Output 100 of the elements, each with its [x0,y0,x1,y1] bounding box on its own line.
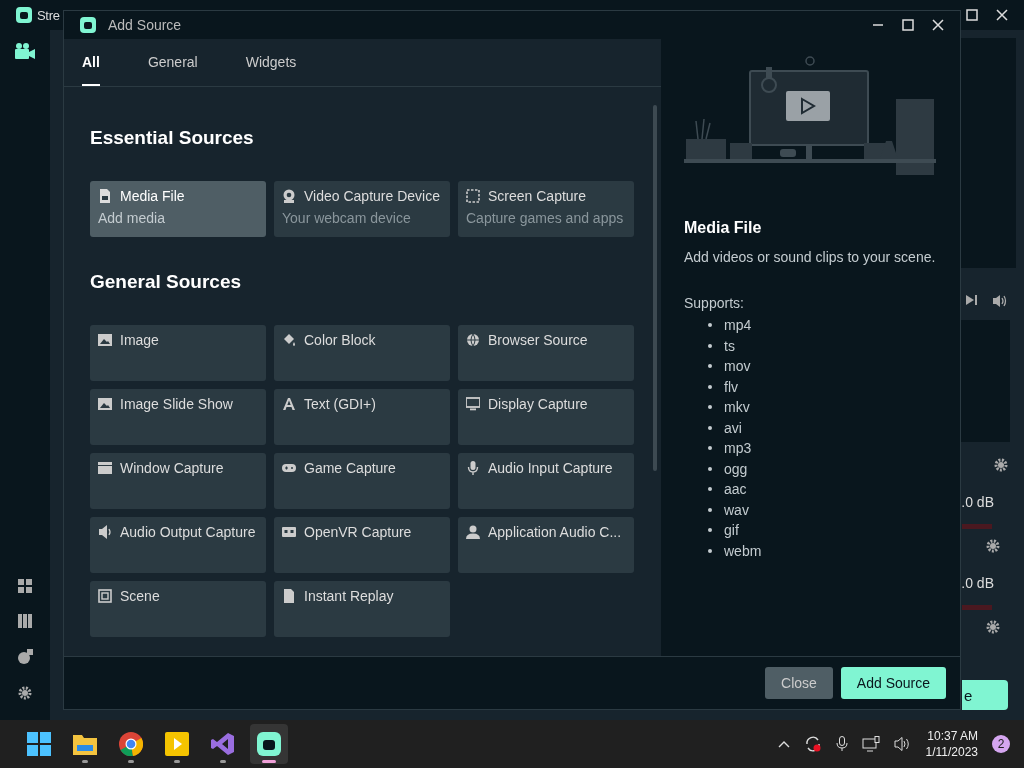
bullet-icon [708,364,712,369]
source-card[interactable]: Window Capture [90,453,266,509]
image-icon [98,333,112,347]
gamepad-icon [282,461,296,475]
settings-icon[interactable] [986,539,1000,553]
format-item: aac [724,481,747,498]
format-item: gif [724,522,739,539]
clock-time[interactable]: 10:37 AM [927,729,978,743]
source-name: Instant Replay [304,588,394,604]
source-name: Application Audio C... [488,524,622,540]
section-heading: General Sources [90,271,243,293]
maximize-icon[interactable] [966,9,978,21]
source-card[interactable]: Text (GDI+) [274,389,450,445]
document-icon [282,589,296,603]
taskbar-app[interactable] [250,724,288,764]
supports-label: Supports: [684,295,745,311]
tab[interactable]: General [147,39,198,86]
source-name: OpenVR Capture [304,524,412,540]
source-card[interactable]: Audio Output Capture [90,517,266,573]
clock-date[interactable]: 1/11/2023 [925,745,978,759]
detail-description: Add videos or sound clips to your scene. [684,249,936,265]
bullet-icon [708,446,712,451]
webcam-icon [282,189,296,203]
go-live-button[interactable]: e [962,680,1008,710]
close-button[interactable]: Close [765,667,833,699]
monitor-icon [466,397,480,411]
source-card[interactable]: Media File Add media [90,181,266,237]
source-card[interactable]: Instant Replay [274,581,450,637]
volume-reading: .0 dB [961,574,994,591]
tab[interactable]: Widgets [245,39,297,86]
volume-icon[interactable] [893,736,912,752]
source-name: Text (GDI+) [304,396,376,412]
section-heading: Essential Sources [90,127,255,149]
app-title: Stre [37,7,60,23]
source-card[interactable]: OpenVR Capture [274,517,450,573]
fill-icon [282,333,296,347]
bullet-icon [708,405,712,410]
columns-icon[interactable] [18,614,32,628]
region-icon [466,189,480,203]
source-name: Media File [120,188,185,204]
add-source-button[interactable]: Add Source [840,667,946,699]
source-card[interactable]: Video Capture Device Your webcam device [274,181,450,237]
bullet-icon [708,343,712,348]
format-item: webm [724,542,762,559]
network-icon[interactable] [861,736,880,752]
bullet-icon [708,323,712,328]
running-indicator [220,760,226,763]
source-description: Capture games and apps [466,210,625,226]
microphone-icon[interactable] [835,736,848,752]
tab[interactable]: All [82,39,100,86]
speaker-icon [98,525,112,539]
source-card[interactable]: Screen Capture Capture games and apps [458,181,634,237]
scrollbar[interactable] [653,105,657,471]
bullet-icon [708,528,712,533]
format-item: mov [724,358,751,375]
grid-icon[interactable] [18,579,32,593]
notification-badge[interactable]: 2 [992,735,1010,753]
source-card[interactable]: Image Slide Show [90,389,266,445]
settings-icon[interactable] [986,620,1000,634]
source-card[interactable]: Scene [90,581,266,637]
infinity-logo-icon [211,732,235,756]
bullet-icon [708,425,712,430]
settings-icon[interactable] [994,458,1008,472]
maximize-icon[interactable] [902,19,914,31]
user-icon [466,525,480,539]
app-logo-icon [80,17,96,33]
file-icon [98,189,112,203]
bullet-icon [708,548,712,553]
skip-icon[interactable] [966,294,978,306]
source-name: Browser Source [488,332,588,348]
camera-icon[interactable] [14,42,36,60]
volume-icon[interactable] [992,294,1008,308]
source-card[interactable]: Application Audio C... [458,517,634,573]
source-name: Game Capture [304,460,396,476]
source-name: Audio Input Capture [488,460,613,476]
format-item: ts [724,337,735,354]
source-card[interactable]: Color Block [274,325,450,381]
source-name: Color Block [304,332,376,348]
source-card[interactable]: Image [90,325,266,381]
volume-reading: .0 dB [961,493,994,510]
source-name: Image Slide Show [120,396,233,412]
source-name: Audio Output Capture [120,524,256,540]
bullet-icon [708,466,712,471]
source-name: Display Capture [488,396,588,412]
source-name: Scene [120,588,160,604]
format-item: flv [724,378,738,395]
close-icon[interactable] [996,9,1008,21]
source-card[interactable]: Game Capture [274,453,450,509]
source-card[interactable]: Browser Source [458,325,634,381]
settings-icon[interactable] [18,686,32,700]
close-icon[interactable] [932,19,944,31]
globe-icon [466,333,480,347]
source-name: Video Capture Device [304,188,440,204]
source-card[interactable]: Audio Input Capture [458,453,634,509]
source-description: Add media [98,210,166,226]
detail-title: Media File [684,219,763,237]
caret-icon[interactable] [777,740,790,748]
source-name: Window Capture [120,460,224,476]
source-card[interactable]: Display Capture [458,389,634,445]
sync-icon[interactable] [803,735,822,753]
